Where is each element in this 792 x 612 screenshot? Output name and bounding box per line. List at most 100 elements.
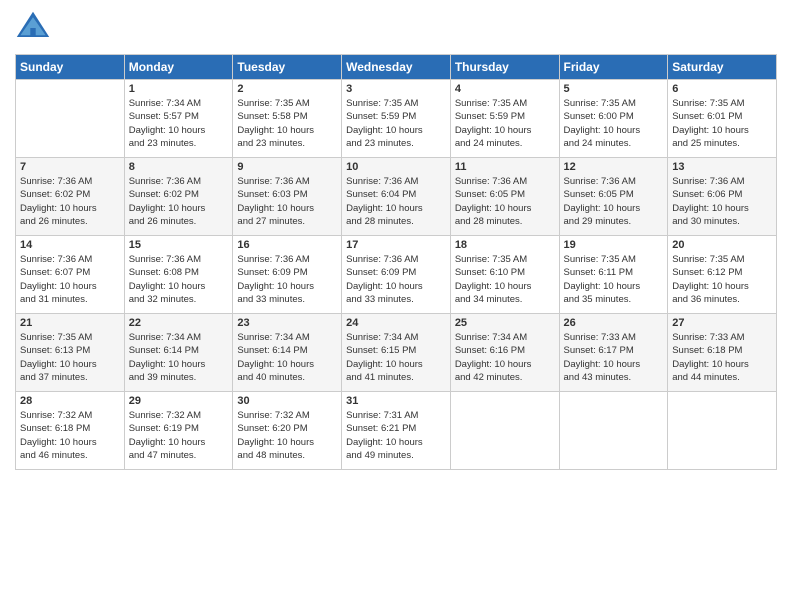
day-info: Sunrise: 7:35 AM Sunset: 6:10 PM Dayligh… bbox=[455, 253, 555, 306]
calendar-cell: 18 Sunrise: 7:35 AM Sunset: 6:10 PM Dayli… bbox=[450, 236, 559, 314]
day-number: 16 bbox=[237, 239, 337, 251]
logo bbox=[15, 10, 55, 46]
day-number: 2 bbox=[237, 83, 337, 95]
day-info: Sunrise: 7:33 AM Sunset: 6:18 PM Dayligh… bbox=[672, 331, 772, 384]
week-row-2: 7 Sunrise: 7:36 AM Sunset: 6:02 PM Daylig… bbox=[16, 158, 777, 236]
day-info: Sunrise: 7:36 AM Sunset: 6:09 PM Dayligh… bbox=[346, 253, 446, 306]
day-number: 17 bbox=[346, 239, 446, 251]
day-info: Sunrise: 7:31 AM Sunset: 6:21 PM Dayligh… bbox=[346, 409, 446, 462]
day-info: Sunrise: 7:36 AM Sunset: 6:02 PM Dayligh… bbox=[129, 175, 229, 228]
day-info: Sunrise: 7:35 AM Sunset: 6:13 PM Dayligh… bbox=[20, 331, 120, 384]
calendar-cell: 16 Sunrise: 7:36 AM Sunset: 6:09 PM Dayli… bbox=[233, 236, 342, 314]
calendar-cell: 21 Sunrise: 7:35 AM Sunset: 6:13 PM Dayli… bbox=[16, 314, 125, 392]
day-info: Sunrise: 7:35 AM Sunset: 6:01 PM Dayligh… bbox=[672, 97, 772, 150]
day-number: 27 bbox=[672, 317, 772, 329]
calendar-cell: 6 Sunrise: 7:35 AM Sunset: 6:01 PM Daylig… bbox=[668, 80, 777, 158]
calendar-table: SundayMondayTuesdayWednesdayThursdayFrid… bbox=[15, 54, 777, 470]
calendar-cell: 11 Sunrise: 7:36 AM Sunset: 6:05 PM Dayli… bbox=[450, 158, 559, 236]
calendar-cell: 23 Sunrise: 7:34 AM Sunset: 6:14 PM Dayli… bbox=[233, 314, 342, 392]
calendar-cell: 29 Sunrise: 7:32 AM Sunset: 6:19 PM Dayli… bbox=[124, 392, 233, 470]
day-info: Sunrise: 7:35 AM Sunset: 5:59 PM Dayligh… bbox=[455, 97, 555, 150]
calendar-cell: 10 Sunrise: 7:36 AM Sunset: 6:04 PM Dayli… bbox=[342, 158, 451, 236]
day-info: Sunrise: 7:32 AM Sunset: 6:20 PM Dayligh… bbox=[237, 409, 337, 462]
col-header-friday: Friday bbox=[559, 55, 668, 80]
calendar-cell: 24 Sunrise: 7:34 AM Sunset: 6:15 PM Dayli… bbox=[342, 314, 451, 392]
day-info: Sunrise: 7:33 AM Sunset: 6:17 PM Dayligh… bbox=[564, 331, 664, 384]
calendar-cell: 13Sunrise: 7:36 AM Sunset: 6:06 PM Dayli… bbox=[668, 158, 777, 236]
day-number: 14 bbox=[20, 239, 120, 251]
calendar-cell bbox=[668, 392, 777, 470]
day-number: 29 bbox=[129, 395, 229, 407]
col-header-thursday: Thursday bbox=[450, 55, 559, 80]
calendar-cell: 17 Sunrise: 7:36 AM Sunset: 6:09 PM Dayli… bbox=[342, 236, 451, 314]
day-info: Sunrise: 7:36 AM Sunset: 6:05 PM Dayligh… bbox=[455, 175, 555, 228]
day-info: Sunrise: 7:35 AM Sunset: 5:59 PM Dayligh… bbox=[346, 97, 446, 150]
day-info: Sunrise: 7:36 AM Sunset: 6:03 PM Dayligh… bbox=[237, 175, 337, 228]
day-number: 23 bbox=[237, 317, 337, 329]
day-info: Sunrise: 7:36 AM Sunset: 6:08 PM Dayligh… bbox=[129, 253, 229, 306]
day-number: 3 bbox=[346, 83, 446, 95]
calendar-cell: 1 Sunrise: 7:34 AM Sunset: 5:57 PM Daylig… bbox=[124, 80, 233, 158]
week-row-1: 1 Sunrise: 7:34 AM Sunset: 5:57 PM Daylig… bbox=[16, 80, 777, 158]
day-number: 25 bbox=[455, 317, 555, 329]
col-header-monday: Monday bbox=[124, 55, 233, 80]
calendar-cell: 31 Sunrise: 7:31 AM Sunset: 6:21 PM Dayli… bbox=[342, 392, 451, 470]
day-number: 21 bbox=[20, 317, 120, 329]
day-number: 22 bbox=[129, 317, 229, 329]
day-number: 4 bbox=[455, 83, 555, 95]
day-number: 15 bbox=[129, 239, 229, 251]
col-header-saturday: Saturday bbox=[668, 55, 777, 80]
day-number: 31 bbox=[346, 395, 446, 407]
day-info: Sunrise: 7:34 AM Sunset: 6:16 PM Dayligh… bbox=[455, 331, 555, 384]
day-number: 8 bbox=[129, 161, 229, 173]
calendar-cell: 26 Sunrise: 7:33 AM Sunset: 6:17 PM Dayli… bbox=[559, 314, 668, 392]
day-info: Sunrise: 7:35 AM Sunset: 6:00 PM Dayligh… bbox=[564, 97, 664, 150]
calendar-cell: 9 Sunrise: 7:36 AM Sunset: 6:03 PM Daylig… bbox=[233, 158, 342, 236]
day-info: Sunrise: 7:32 AM Sunset: 6:19 PM Dayligh… bbox=[129, 409, 229, 462]
day-info: Sunrise: 7:34 AM Sunset: 6:15 PM Dayligh… bbox=[346, 331, 446, 384]
calendar-cell: 12 Sunrise: 7:36 AM Sunset: 6:05 PM Dayli… bbox=[559, 158, 668, 236]
calendar-cell: 7 Sunrise: 7:36 AM Sunset: 6:02 PM Daylig… bbox=[16, 158, 125, 236]
day-info: Sunrise: 7:36 AM Sunset: 6:05 PM Dayligh… bbox=[564, 175, 664, 228]
day-number: 24 bbox=[346, 317, 446, 329]
week-row-4: 21 Sunrise: 7:35 AM Sunset: 6:13 PM Dayli… bbox=[16, 314, 777, 392]
day-number: 10 bbox=[346, 161, 446, 173]
day-info: Sunrise: 7:36 AM Sunset: 6:07 PM Dayligh… bbox=[20, 253, 120, 306]
calendar-cell: 2 Sunrise: 7:35 AM Sunset: 5:58 PM Daylig… bbox=[233, 80, 342, 158]
day-number: 7 bbox=[20, 161, 120, 173]
day-info: Sunrise: 7:34 AM Sunset: 6:14 PM Dayligh… bbox=[237, 331, 337, 384]
day-info: Sunrise: 7:35 AM Sunset: 5:58 PM Dayligh… bbox=[237, 97, 337, 150]
day-number: 12 bbox=[564, 161, 664, 173]
day-number: 30 bbox=[237, 395, 337, 407]
calendar-cell: 14 Sunrise: 7:36 AM Sunset: 6:07 PM Dayli… bbox=[16, 236, 125, 314]
calendar-cell: 22Sunrise: 7:34 AM Sunset: 6:14 PM Dayli… bbox=[124, 314, 233, 392]
day-number: 6 bbox=[672, 83, 772, 95]
col-header-wednesday: Wednesday bbox=[342, 55, 451, 80]
col-header-tuesday: Tuesday bbox=[233, 55, 342, 80]
day-info: Sunrise: 7:36 AM Sunset: 6:04 PM Dayligh… bbox=[346, 175, 446, 228]
col-header-sunday: Sunday bbox=[16, 55, 125, 80]
page-container: SundayMondayTuesdayWednesdayThursdayFrid… bbox=[0, 0, 792, 475]
day-info: Sunrise: 7:34 AM Sunset: 5:57 PM Dayligh… bbox=[129, 97, 229, 150]
day-number: 1 bbox=[129, 83, 229, 95]
header bbox=[15, 10, 777, 46]
day-number: 18 bbox=[455, 239, 555, 251]
header-row: SundayMondayTuesdayWednesdayThursdayFrid… bbox=[16, 55, 777, 80]
calendar-cell: 28Sunrise: 7:32 AM Sunset: 6:18 PM Dayli… bbox=[16, 392, 125, 470]
calendar-cell: 19Sunrise: 7:35 AM Sunset: 6:11 PM Dayli… bbox=[559, 236, 668, 314]
day-number: 9 bbox=[237, 161, 337, 173]
calendar-cell: 8 Sunrise: 7:36 AM Sunset: 6:02 PM Daylig… bbox=[124, 158, 233, 236]
day-number: 11 bbox=[455, 161, 555, 173]
day-info: Sunrise: 7:35 AM Sunset: 6:11 PM Dayligh… bbox=[564, 253, 664, 306]
calendar-cell: 5Sunrise: 7:35 AM Sunset: 6:00 PM Daylig… bbox=[559, 80, 668, 158]
calendar-cell: 27 Sunrise: 7:33 AM Sunset: 6:18 PM Dayli… bbox=[668, 314, 777, 392]
calendar-cell: 3 Sunrise: 7:35 AM Sunset: 5:59 PM Daylig… bbox=[342, 80, 451, 158]
day-info: Sunrise: 7:32 AM Sunset: 6:18 PM Dayligh… bbox=[20, 409, 120, 462]
calendar-cell: 25 Sunrise: 7:34 AM Sunset: 6:16 PM Dayli… bbox=[450, 314, 559, 392]
day-info: Sunrise: 7:36 AM Sunset: 6:09 PM Dayligh… bbox=[237, 253, 337, 306]
day-info: Sunrise: 7:35 AM Sunset: 6:12 PM Dayligh… bbox=[672, 253, 772, 306]
calendar-cell bbox=[450, 392, 559, 470]
day-info: Sunrise: 7:36 AM Sunset: 6:02 PM Dayligh… bbox=[20, 175, 120, 228]
calendar-cell: 4 Sunrise: 7:35 AM Sunset: 5:59 PM Daylig… bbox=[450, 80, 559, 158]
day-number: 26 bbox=[564, 317, 664, 329]
